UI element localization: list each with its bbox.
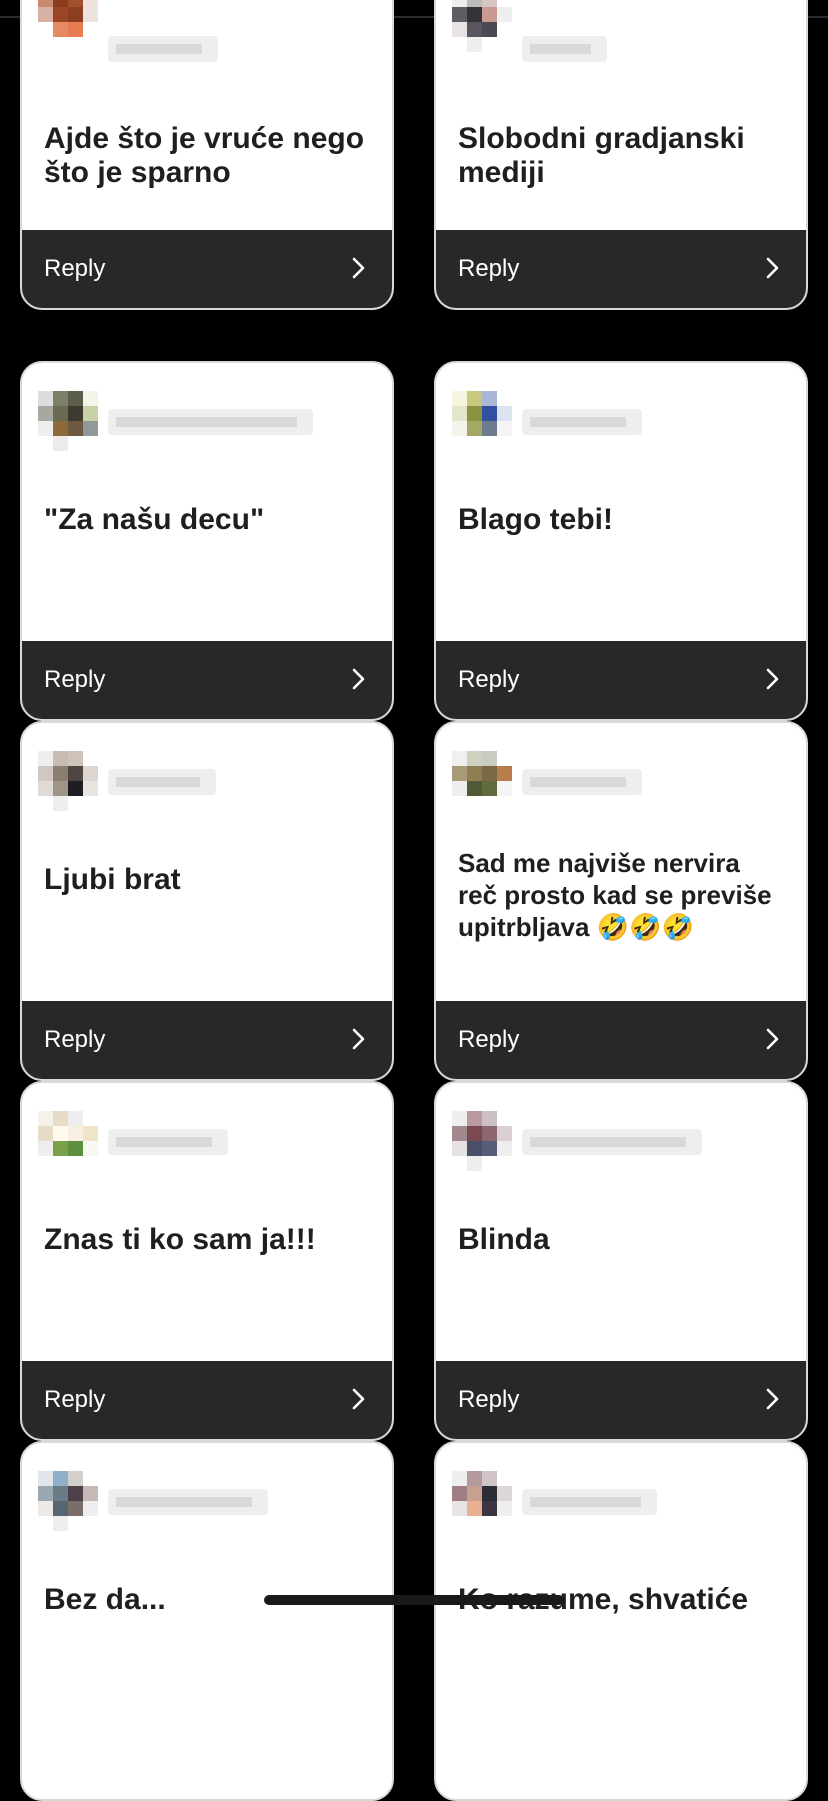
reply-button[interactable]: Reply xyxy=(22,1361,392,1439)
question-text: Znas ti ko sam ja!!! xyxy=(44,1223,316,1256)
reply-button[interactable]: Reply xyxy=(436,641,806,719)
question-text: Blinda xyxy=(458,1223,550,1256)
question-card[interactable]: Ko razume, shvatiće xyxy=(434,1441,808,1801)
avatar xyxy=(452,1471,512,1531)
chevron-right-icon xyxy=(352,257,365,279)
reply-label: Reply xyxy=(458,1026,520,1053)
reply-button[interactable]: Reply xyxy=(22,641,392,719)
reply-button[interactable]: Reply xyxy=(436,1001,806,1079)
chevron-right-icon xyxy=(352,1388,365,1410)
question-card[interactable]: Bez da... xyxy=(20,1441,394,1801)
question-text: "Za našu decu" xyxy=(44,503,265,536)
chevron-right-icon xyxy=(352,1028,365,1050)
username-redacted xyxy=(522,1129,702,1155)
reply-label: Reply xyxy=(44,1386,106,1413)
reply-button[interactable]: Reply xyxy=(436,230,806,308)
avatar xyxy=(452,751,512,811)
question-card[interactable]: Slobodni gradjanski mediji Reply xyxy=(434,0,808,310)
question-card[interactable]: Sad me najviše nervira reč prosto kad se… xyxy=(434,721,808,1081)
avatar xyxy=(38,391,98,451)
avatar xyxy=(38,1471,98,1531)
question-card[interactable]: Ljubi brat Reply xyxy=(20,721,394,1081)
avatar xyxy=(452,1111,512,1171)
reply-label: Reply xyxy=(44,1026,106,1053)
reply-button[interactable]: Reply xyxy=(22,1001,392,1079)
reply-label: Reply xyxy=(458,255,520,282)
question-card[interactable]: "Za našu decu" Reply xyxy=(20,361,394,721)
username-redacted xyxy=(108,36,218,62)
home-indicator[interactable] xyxy=(264,1595,564,1605)
avatar xyxy=(38,0,98,52)
username-redacted xyxy=(108,409,313,435)
username-redacted xyxy=(108,1489,268,1515)
question-text: Ljubi brat xyxy=(44,863,181,896)
question-text: Blago tebi! xyxy=(458,503,613,536)
username-redacted xyxy=(108,769,216,795)
question-card[interactable]: Znas ti ko sam ja!!! Reply xyxy=(20,1081,394,1441)
username-redacted xyxy=(522,769,642,795)
chevron-right-icon xyxy=(766,1028,779,1050)
username-redacted xyxy=(522,36,607,62)
reply-label: Reply xyxy=(458,1386,520,1413)
avatar xyxy=(452,391,512,451)
chevron-right-icon xyxy=(352,668,365,690)
chevron-right-icon xyxy=(766,1388,779,1410)
question-text: Sad me najviše nervira reč prosto kad se… xyxy=(458,848,772,942)
avatar xyxy=(452,0,512,52)
reply-label: Reply xyxy=(44,666,106,693)
reply-label: Reply xyxy=(458,666,520,693)
question-text: Slobodni gradjanski mediji xyxy=(458,122,745,189)
question-card[interactable]: Blago tebi! Reply xyxy=(434,361,808,721)
reply-button[interactable]: Reply xyxy=(436,1361,806,1439)
question-card[interactable]: Ajde što je vruće nego što je sparno Rep… xyxy=(20,0,394,310)
chevron-right-icon xyxy=(766,257,779,279)
chevron-right-icon xyxy=(766,668,779,690)
username-redacted xyxy=(522,1489,657,1515)
avatar xyxy=(38,1111,98,1171)
username-redacted xyxy=(522,409,642,435)
username-redacted xyxy=(108,1129,228,1155)
avatar xyxy=(38,751,98,811)
reply-button[interactable]: Reply xyxy=(22,230,392,308)
question-text: Ajde što je vruće nego što je sparno xyxy=(44,122,365,189)
question-card[interactable]: Blinda Reply xyxy=(434,1081,808,1441)
reply-label: Reply xyxy=(44,255,106,282)
